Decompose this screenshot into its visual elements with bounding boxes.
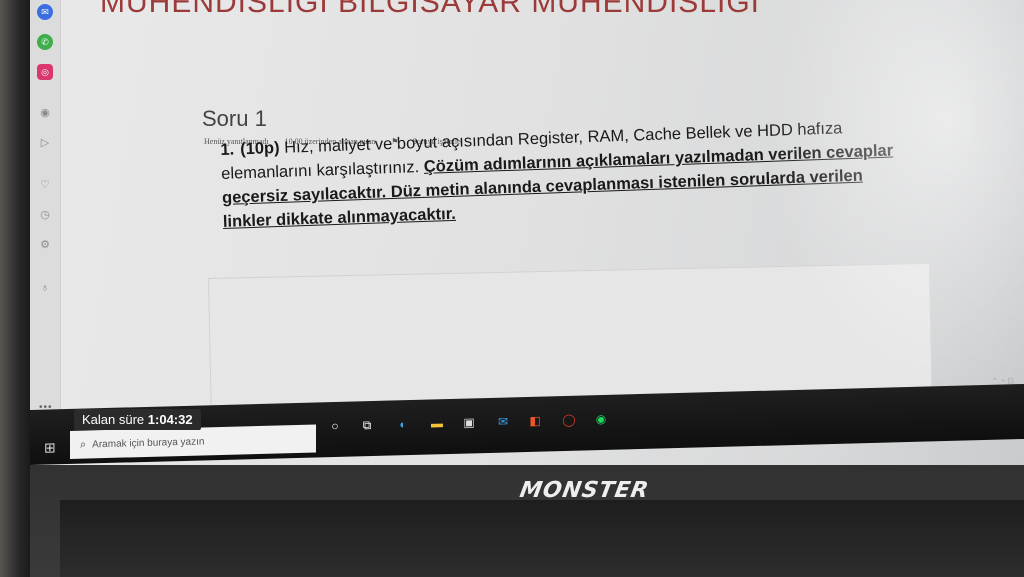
question-number: 1. [220,140,235,159]
heart-icon[interactable]: ♡ [37,176,53,192]
question-points-label: (10p) [239,138,280,159]
file-explorer-icon[interactable]: ▬ [428,414,446,432]
player-icon[interactable]: ◉ [37,104,53,120]
spotify-icon[interactable]: ◉ [592,410,610,428]
task-view-icon[interactable]: ⧉ [358,416,376,434]
send-icon[interactable]: ▷ [37,134,53,150]
remaining-time-badge: Kalan süre 1:04:32 [74,409,201,430]
browser-sidebar: ✉ ✆ ◎ ◉ ▷ ♡ ◷ ⚙ ♁ ••• [30,0,61,413]
instagram-icon[interactable]: ◎ [37,64,53,80]
mail-icon[interactable]: ✉ [494,412,512,430]
edge-icon[interactable]: ◐ [394,415,412,433]
page-heading: MÜHENDİSLİĞİ BİLGİSAYAR MÜHENDİSLİĞİ [100,0,761,19]
office-icon[interactable]: ◧ [526,412,544,430]
system-tray[interactable]: ⌃ ◔ ⊡ [991,376,1014,386]
left-bezel [0,0,30,577]
brand-logo: MONSTER [517,478,652,503]
opera-icon[interactable]: ◯ [560,411,578,429]
bulb-icon[interactable]: ♁ [37,280,53,296]
timer-label: Kalan süre [82,412,145,427]
question-title: Soru 1 [202,106,267,131]
search-placeholder: Aramak için buraya yazın [92,435,205,450]
laptop-hinge [60,500,1024,577]
store-icon[interactable]: ▣ [460,413,478,431]
history-icon[interactable]: ◷ [37,206,53,222]
timer-value: 1:04:32 [147,412,193,427]
whatsapp-icon[interactable]: ✆ [37,34,53,50]
search-icon: ⌕ [80,438,87,451]
question-body: 1. (10p) Hız, maliyet ve boyut açısından … [220,114,913,234]
cortana-icon[interactable]: ○ [326,417,344,435]
windows-start-icon[interactable]: ⊞ [44,439,56,456]
messenger-icon[interactable]: ✉ [37,4,53,20]
settings-icon[interactable]: ⚙ [37,236,53,252]
screen: ✉ ✆ ◎ ◉ ▷ ♡ ◷ ⚙ ♁ ••• MÜHENDİSLİĞİ BİLGİ… [30,0,1024,465]
